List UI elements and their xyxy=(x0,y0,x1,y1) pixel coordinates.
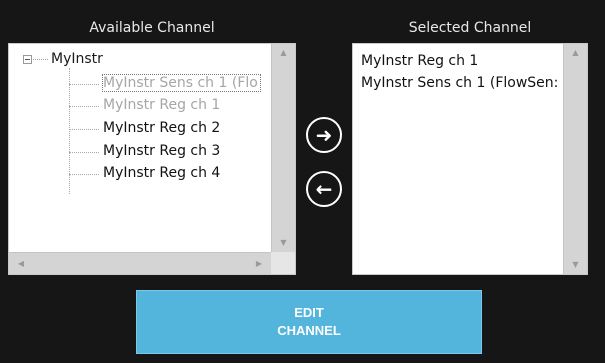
scroll-down-icon[interactable]: ▼ xyxy=(272,234,295,252)
available-channel-title: Available Channel xyxy=(89,20,215,36)
list-item[interactable]: MyInstr Reg ch 1 xyxy=(361,53,478,69)
tree-item[interactable]: MyInstr Sens ch 1 (Flo xyxy=(69,74,279,94)
horizontal-scrollbar[interactable]: ◀ ▶ xyxy=(9,252,271,274)
arrow-left-circle-icon: ← xyxy=(315,177,333,201)
tree-item[interactable]: MyInstr Reg ch 3 xyxy=(69,142,279,162)
tree-item-label: MyInstr Reg ch 2 xyxy=(103,120,221,136)
scroll-up-icon[interactable]: ▲ xyxy=(272,44,295,62)
scroll-left-icon[interactable]: ◀ xyxy=(9,253,33,274)
tree-item-label: MyInstr Reg ch 4 xyxy=(103,165,221,181)
tree-item[interactable]: MyInstr Reg ch 2 xyxy=(69,119,279,139)
remove-channel-button[interactable]: ← xyxy=(306,171,342,207)
edit-channel-label-line2: CHANNEL xyxy=(277,323,341,338)
scrollbar-corner xyxy=(271,252,295,274)
tree-item-label: MyInstr Sens ch 1 (Flo xyxy=(102,74,261,92)
tree-item-label: MyInstr Reg ch 1 xyxy=(103,97,221,113)
edit-channel-label-line1: EDIT xyxy=(294,305,324,320)
tree-item-label: MyInstr Reg ch 3 xyxy=(103,143,221,159)
tree-item[interactable]: MyInstr Reg ch 1 xyxy=(69,96,279,116)
tree-root-label: MyInstr xyxy=(51,51,103,67)
scroll-down-icon[interactable]: ▼ xyxy=(564,256,587,274)
available-channel-tree[interactable]: MyInstr MyInstr Sens ch 1 (Flo MyInstr R… xyxy=(8,43,296,275)
tree-connector xyxy=(33,59,48,60)
arrow-right-circle-icon: ➜ xyxy=(315,123,333,147)
list-item[interactable]: MyInstr Sens ch 1 (FlowSen: xyxy=(361,75,558,91)
vertical-scrollbar[interactable]: ▲ ▼ xyxy=(563,44,587,274)
edit-channel-button[interactable]: EDIT CHANNEL xyxy=(136,290,482,354)
scroll-right-icon[interactable]: ▶ xyxy=(247,253,271,274)
selected-channel-title: Selected Channel xyxy=(408,20,532,36)
scroll-up-icon[interactable]: ▲ xyxy=(564,44,587,62)
add-channel-button[interactable]: ➜ xyxy=(306,117,342,153)
vertical-scrollbar[interactable]: ▲ ▼ xyxy=(271,44,295,252)
tree-item[interactable]: MyInstr Reg ch 4 xyxy=(69,164,279,184)
selected-channel-list[interactable]: MyInstr Reg ch 1 MyInstr Sens ch 1 (Flow… xyxy=(352,43,588,275)
collapse-icon[interactable] xyxy=(23,55,32,64)
